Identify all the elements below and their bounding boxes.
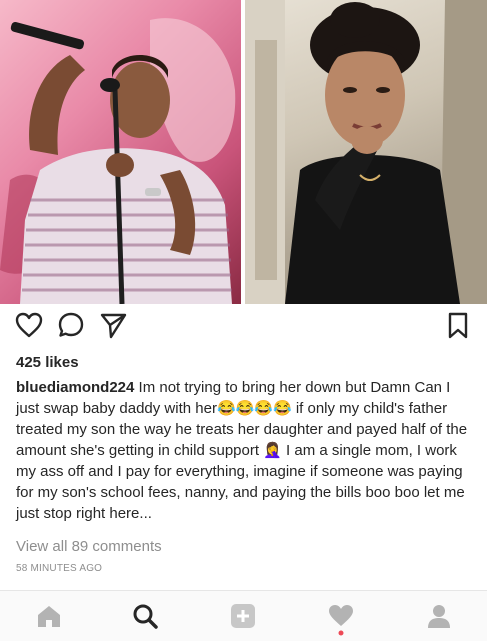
post-caption: bluediamond224 Im not trying to bring he… [16,377,476,524]
heart-icon[interactable] [14,310,44,340]
post-timestamp: 58 MINUTES AGO [16,563,103,574]
woman-portrait-illustration [245,0,487,304]
activity-heart-icon[interactable] [326,601,356,636]
search-icon[interactable] [130,601,160,631]
caption-username[interactable]: bluediamond224 [16,379,134,396]
man-with-microphone-illustration [0,18,236,304]
post-action-bar [0,310,487,348]
view-comments-link[interactable]: View all 89 comments [16,538,162,555]
bookmark-icon[interactable] [443,310,473,340]
plus-icon[interactable] [228,601,258,631]
send-icon[interactable] [98,310,128,340]
likes-count[interactable]: 425 likes [16,354,79,371]
notification-dot [338,630,344,636]
home-icon[interactable] [34,601,64,631]
post-image-left [0,0,241,304]
post-image-right [245,0,487,304]
post-images [0,0,487,304]
caption-text: Im not trying to bring her down but Damn… [16,379,468,522]
profile-icon[interactable] [424,601,454,631]
comment-icon[interactable] [56,310,86,340]
bottom-tab-bar [0,590,487,641]
